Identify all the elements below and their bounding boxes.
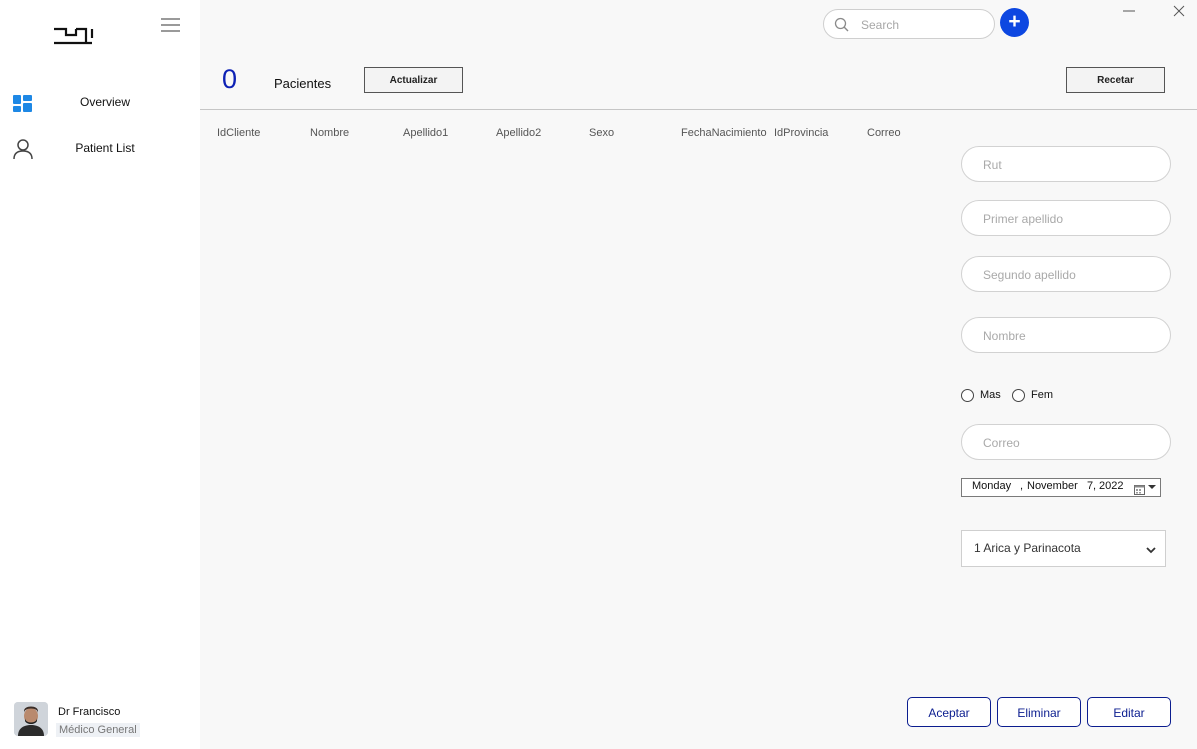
date-weekday: Monday bbox=[972, 480, 1012, 492]
patient-count: 0 bbox=[222, 64, 238, 94]
column-header-idprovincia[interactable]: IdProvincia bbox=[774, 127, 862, 139]
refresh-button[interactable]: Actualizar bbox=[364, 67, 463, 93]
chevron-down-icon bbox=[1148, 485, 1156, 489]
user-name: Dr Francisco bbox=[58, 706, 121, 718]
edit-button[interactable]: Editar bbox=[1087, 697, 1171, 727]
radio-fem[interactable]: Fem bbox=[1012, 388, 1062, 404]
primer-apellido-field bbox=[961, 200, 1171, 236]
province-select-value: 1 Arica y Parinacota bbox=[974, 541, 1081, 555]
column-header-idcliente[interactable]: IdCliente bbox=[217, 127, 305, 139]
delete-button[interactable]: Eliminar bbox=[997, 697, 1081, 727]
correo-field bbox=[961, 424, 1171, 460]
search-icon bbox=[834, 17, 849, 32]
search-input[interactable] bbox=[859, 15, 988, 34]
accept-button[interactable]: Aceptar bbox=[907, 697, 991, 727]
column-header-nombre[interactable]: Nombre bbox=[310, 127, 398, 139]
dashboard-icon bbox=[12, 92, 34, 114]
correo-input[interactable] bbox=[981, 434, 1160, 452]
nombre-field bbox=[961, 317, 1171, 353]
main-panel bbox=[200, 0, 1197, 749]
column-header-apellido1[interactable]: Apellido1 bbox=[403, 127, 491, 139]
segundo-apellido-input[interactable] bbox=[981, 266, 1160, 284]
radio-label: Fem bbox=[1031, 389, 1053, 401]
column-header-apellido2[interactable]: Apellido2 bbox=[496, 127, 584, 139]
minimize-icon bbox=[1123, 10, 1135, 12]
date-separator: , bbox=[1020, 480, 1024, 492]
radio-mas[interactable]: Mas bbox=[961, 388, 1011, 404]
sidebar-item-patient-list[interactable]: Patient List bbox=[0, 132, 200, 166]
patients-label: Pacientes bbox=[274, 76, 332, 91]
search-box bbox=[823, 9, 995, 39]
plus-icon: + bbox=[1008, 10, 1021, 33]
prescribe-button[interactable]: Recetar bbox=[1066, 67, 1165, 93]
avatar bbox=[14, 702, 48, 736]
hamburger-icon[interactable] bbox=[160, 16, 182, 34]
minimize-button[interactable] bbox=[1118, 0, 1140, 22]
sidebar-item-label: Overview bbox=[79, 95, 130, 109]
radio-circle-icon bbox=[961, 389, 974, 402]
primer-apellido-input[interactable] bbox=[981, 210, 1160, 228]
calendar-icon bbox=[1134, 482, 1145, 495]
column-header-fecha-nacimiento[interactable]: FechaNacimiento bbox=[681, 127, 768, 139]
divider bbox=[200, 109, 1197, 110]
sidebar-item-label: Patient List bbox=[75, 141, 135, 155]
column-header-correo[interactable]: Correo bbox=[867, 127, 955, 139]
close-button[interactable] bbox=[1168, 0, 1190, 22]
chevron-down-icon bbox=[1145, 543, 1157, 555]
rut-field bbox=[961, 146, 1171, 182]
sidebar: Overview Patient List Dr Francisco Médic… bbox=[0, 0, 200, 749]
user-role: Médico General bbox=[56, 723, 140, 737]
radio-circle-icon bbox=[1012, 389, 1025, 402]
rut-input[interactable] bbox=[981, 156, 1160, 174]
birth-date-picker[interactable]: Monday , November 7 , 2022 bbox=[961, 478, 1161, 497]
segundo-apellido-field bbox=[961, 256, 1171, 292]
nombre-input[interactable] bbox=[981, 327, 1160, 345]
radio-label: Mas bbox=[980, 389, 1001, 401]
person-icon bbox=[12, 138, 34, 160]
close-icon bbox=[1173, 5, 1185, 17]
date-year: 2022 bbox=[1099, 480, 1124, 492]
province-select[interactable]: 1 Arica y Parinacota bbox=[961, 530, 1166, 567]
date-separator: , bbox=[1093, 480, 1097, 492]
add-button[interactable]: + bbox=[1000, 8, 1029, 37]
date-month: November bbox=[1027, 480, 1078, 492]
app-logo bbox=[52, 26, 94, 46]
sidebar-item-overview[interactable]: Overview bbox=[0, 86, 200, 120]
column-header-sexo[interactable]: Sexo bbox=[589, 127, 677, 139]
